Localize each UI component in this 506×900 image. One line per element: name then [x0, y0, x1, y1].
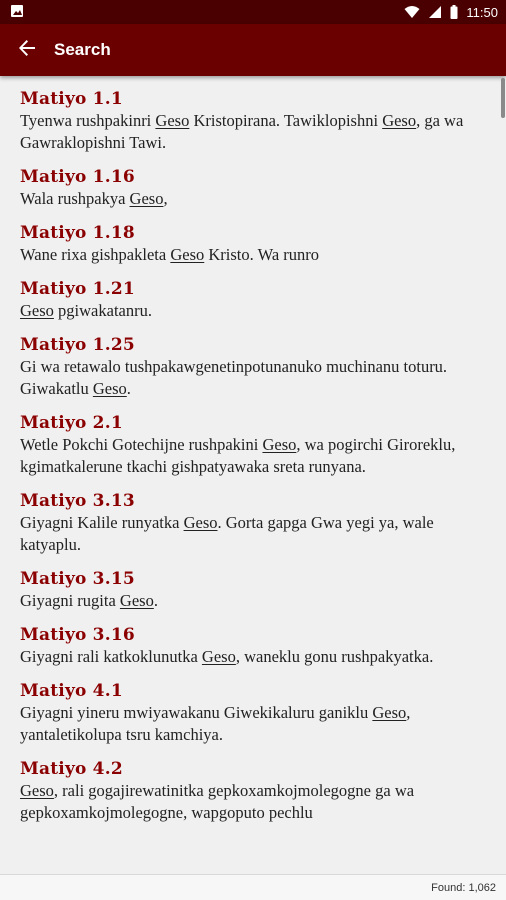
verse-text: Geso, rali gogajirewatinitka gepkoxamkoj…	[20, 780, 486, 824]
verse-reference: Matiyo 1.1	[20, 89, 123, 109]
verse-text-segment: Gi wa retawalo tushpakawgenetinpotunanuk…	[20, 357, 448, 398]
wifi-icon	[404, 5, 420, 19]
verse-text-segment: Giyagni yineru mwiyawakanu Giwekikaluru …	[20, 703, 373, 722]
verse-text-segment: , rali gogajirewatinitka gepkoxamkojmole…	[20, 781, 415, 822]
results-footer: Found: 1,062	[0, 874, 506, 900]
verse-reference: Matiyo 1.18	[20, 223, 135, 243]
search-result-item[interactable]: Matiyo 3.16 Giyagni rali katkoklunutka Ge…	[20, 624, 486, 668]
verse-text-segment: .	[153, 591, 158, 610]
found-count: Found: 1,062	[431, 881, 496, 894]
verse-reference: Matiyo 2.1	[20, 413, 123, 433]
search-match: Geso	[92, 379, 127, 398]
verse-text: Tyenwa rushpakinri Geso Kristopirana. Ta…	[20, 110, 486, 154]
search-match: Geso	[129, 189, 164, 208]
search-result-item[interactable]: Matiyo 1.18 Wane rixa gishpakleta Geso Kr…	[20, 222, 486, 266]
verse-text: Giyagni Kalile runyatka Geso. Gorta gapg…	[20, 512, 486, 556]
signal-icon	[428, 5, 442, 19]
search-results-list[interactable]: Matiyo 1.1 Tyenwa rushpakinri Geso Kristo…	[0, 76, 506, 874]
verse-text: Gi wa retawalo tushpakawgenetinpotunanuk…	[20, 356, 486, 400]
search-match: Geso	[382, 111, 417, 130]
verse-text: Giyagni rali katkoklunutka Geso, waneklu…	[20, 646, 486, 668]
search-match: Geso	[155, 111, 190, 130]
app-bar: Search	[0, 24, 506, 76]
search-result-item[interactable]: Matiyo 2.1 Wetle Pokchi Gotechijne rushpa…	[20, 412, 486, 478]
search-match: Geso	[183, 513, 218, 532]
verse-text: Geso pgiwakatanru.	[20, 300, 486, 322]
verse-text-segment: ,	[163, 189, 168, 208]
status-icons: 11:50	[404, 5, 498, 20]
verse-text-segment: Wala rushpakya	[20, 189, 130, 208]
search-match: Geso	[20, 301, 54, 320]
page-title: Search	[54, 40, 111, 59]
search-result-item[interactable]: Matiyo 4.2 Geso, rali gogajirewatinitka g…	[20, 758, 486, 824]
scrollbar-thumb[interactable]	[501, 78, 505, 118]
verse-text: Giyagni yineru mwiyawakanu Giwekikaluru …	[20, 702, 486, 746]
search-result-item[interactable]: Matiyo 1.16 Wala rushpakya Geso,	[20, 166, 486, 210]
search-match: Geso	[262, 435, 297, 454]
image-icon	[10, 4, 24, 21]
search-match: Geso	[201, 647, 236, 666]
verse-text-segment: pgiwakatanru.	[53, 301, 152, 320]
battery-icon	[450, 5, 458, 19]
verse-text-segment: Kristo. Wa runro	[204, 245, 320, 264]
search-result-item[interactable]: Matiyo 1.21 Geso pgiwakatanru.	[20, 278, 486, 322]
search-match: Geso	[119, 591, 154, 610]
back-button[interactable]	[0, 24, 54, 76]
verse-text: Wala rushpakya Geso,	[20, 188, 486, 210]
status-time: 11:50	[466, 4, 498, 20]
verse-text-segment: Kristopirana. Tawiklopishni	[189, 111, 383, 130]
verse-text-segment: Giyagni rugita	[20, 591, 120, 610]
verse-reference: Matiyo 4.2	[20, 759, 123, 779]
search-result-item[interactable]: Matiyo 3.15 Giyagni rugita Geso.	[20, 568, 486, 612]
search-result-item[interactable]: Matiyo 1.25 Gi wa retawalo tushpakawgenet…	[20, 334, 486, 400]
verse-reference: Matiyo 3.16	[20, 625, 135, 645]
arrow-left-icon	[18, 39, 36, 62]
verse-text-segment: Giyagni rali katkoklunutka	[20, 647, 202, 666]
verse-reference: Matiyo 3.13	[20, 491, 135, 511]
search-result-item[interactable]: Matiyo 3.13 Giyagni Kalile runyatka Geso.…	[20, 490, 486, 556]
search-match: Geso	[372, 703, 407, 722]
status-bar: 11:50	[0, 0, 506, 24]
verse-text-segment: .	[126, 379, 131, 398]
verse-reference: Matiyo 1.21	[20, 279, 135, 299]
verse-reference: Matiyo 3.15	[20, 569, 135, 589]
verse-reference: Matiyo 1.25	[20, 335, 135, 355]
verse-reference: Matiyo 4.1	[20, 681, 123, 701]
search-result-item[interactable]: Matiyo 1.1 Tyenwa rushpakinri Geso Kristo…	[20, 88, 486, 154]
verse-text-segment: Wane rixa gishpakleta	[20, 245, 171, 264]
search-match: Geso	[170, 245, 205, 264]
search-match: Geso	[20, 781, 54, 800]
search-result-item[interactable]: Matiyo 4.1 Giyagni yineru mwiyawakanu Giw…	[20, 680, 486, 746]
verse-text-segment: , waneklu gonu rushpakyatka.	[235, 647, 434, 666]
verse-text: Giyagni rugita Geso.	[20, 590, 486, 612]
verse-reference: Matiyo 1.16	[20, 167, 135, 187]
verse-text-segment: Wetle Pokchi Gotechijne rushpakini	[20, 435, 263, 454]
verse-text: Wane rixa gishpakleta Geso Kristo. Wa ru…	[20, 244, 486, 266]
verse-text-segment: Tyenwa rushpakinri	[20, 111, 156, 130]
verse-text: Wetle Pokchi Gotechijne rushpakini Geso,…	[20, 434, 486, 478]
verse-text-segment: Giyagni Kalile runyatka	[20, 513, 184, 532]
